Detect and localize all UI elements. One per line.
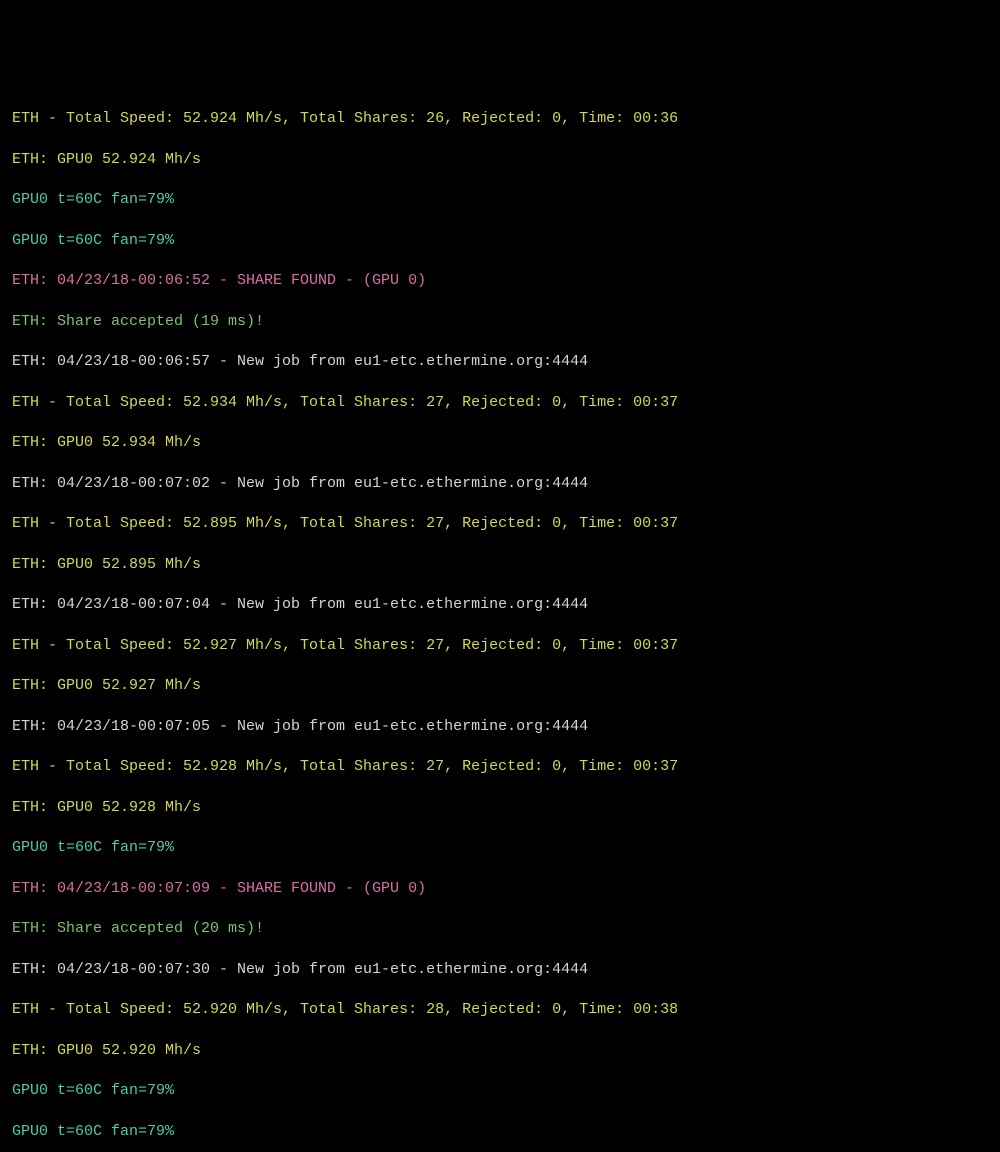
terminal-line: ETH: GPU0 52.927 Mh/s [12, 676, 988, 696]
terminal-line: ETH - Total Speed: 52.924 Mh/s, Total Sh… [12, 109, 988, 129]
terminal-line: ETH: GPU0 52.924 Mh/s [12, 150, 988, 170]
terminal-line: ETH - Total Speed: 52.928 Mh/s, Total Sh… [12, 757, 988, 777]
terminal-line: ETH: GPU0 52.920 Mh/s [12, 1041, 988, 1061]
terminal-line: ETH: GPU0 52.934 Mh/s [12, 433, 988, 453]
terminal-output: ETH - Total Speed: 52.924 Mh/s, Total Sh… [12, 89, 988, 649]
terminal-line: ETH: 04/23/18-00:06:52 - SHARE FOUND - (… [12, 271, 988, 291]
terminal-line: ETH: GPU0 52.928 Mh/s [12, 798, 988, 818]
terminal-line: GPU0 t=60C fan=79% [12, 1122, 988, 1142]
terminal-line: ETH - Total Speed: 52.934 Mh/s, Total Sh… [12, 393, 988, 413]
terminal-line: GPU0 t=60C fan=79% [12, 231, 988, 251]
terminal-line: ETH - Total Speed: 52.895 Mh/s, Total Sh… [12, 514, 988, 534]
terminal-line: ETH: GPU0 52.895 Mh/s [12, 555, 988, 575]
terminal-line: ETH: 04/23/18-00:07:04 - New job from eu… [12, 595, 988, 615]
terminal-line: ETH: 04/23/18-00:07:02 - New job from eu… [12, 474, 988, 494]
terminal-line: ETH: 04/23/18-00:07:05 - New job from eu… [12, 717, 988, 737]
terminal-line: ETH: 04/23/18-00:06:57 - New job from eu… [12, 352, 988, 372]
terminal-line: GPU0 t=60C fan=79% [12, 838, 988, 858]
terminal-line: GPU0 t=60C fan=79% [12, 190, 988, 210]
terminal-line: GPU0 t=60C fan=79% [12, 1081, 988, 1101]
terminal-line: ETH: 04/23/18-00:07:30 - New job from eu… [12, 960, 988, 980]
terminal-line: ETH: Share accepted (20 ms)! [12, 919, 988, 939]
terminal-line: ETH: 04/23/18-00:07:09 - SHARE FOUND - (… [12, 879, 988, 899]
terminal-line: ETH: Share accepted (19 ms)! [12, 312, 988, 332]
terminal-line: ETH - Total Speed: 52.920 Mh/s, Total Sh… [12, 1000, 988, 1020]
terminal-line: ETH - Total Speed: 52.927 Mh/s, Total Sh… [12, 636, 988, 656]
